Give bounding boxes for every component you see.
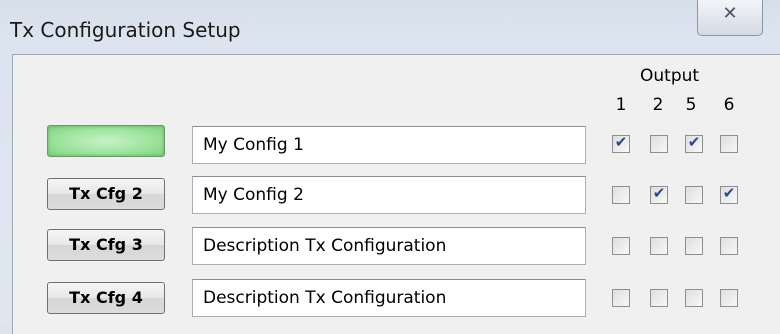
output-checkbox[interactable]	[650, 289, 668, 307]
close-button[interactable]: ✕	[697, 0, 763, 36]
tx-cfg-button[interactable]	[47, 125, 165, 157]
output-checkbox[interactable]: ✔	[612, 133, 630, 153]
output-checkbox[interactable]	[612, 186, 630, 204]
output-header: Output	[640, 66, 700, 86]
output-checkbox[interactable]	[685, 186, 703, 204]
checkmark-icon: ✔	[652, 184, 666, 202]
output-checkbox[interactable]	[720, 289, 738, 307]
tx-cfg-button[interactable]: Tx Cfg 4	[47, 282, 165, 314]
output-checkbox[interactable]	[612, 289, 630, 307]
output-column-label: 2	[652, 95, 664, 115]
output-checkbox[interactable]	[650, 135, 668, 153]
output-checkbox[interactable]: ✔	[685, 133, 703, 153]
checkmark-icon: ✔	[722, 184, 736, 202]
config-description-field[interactable]: My Config 2	[192, 176, 586, 214]
tx-cfg-button[interactable]: Tx Cfg 3	[47, 229, 165, 261]
output-checkbox[interactable]	[612, 237, 630, 255]
config-description-field[interactable]: My Config 1	[192, 126, 586, 164]
config-description-field[interactable]: Description Tx Configuration	[192, 279, 586, 317]
tx-cfg-button[interactable]: Tx Cfg 2	[47, 178, 165, 210]
output-checkbox[interactable]: ✔	[650, 184, 668, 204]
close-icon: ✕	[722, 3, 738, 24]
output-checkbox[interactable]	[685, 237, 703, 255]
output-checkbox[interactable]	[685, 289, 703, 307]
output-column-label: 1	[615, 95, 627, 115]
checkmark-icon: ✔	[614, 133, 628, 151]
config-description-field[interactable]: Description Tx Configuration	[192, 227, 586, 265]
output-checkbox[interactable]: ✔	[720, 184, 738, 204]
output-checkbox[interactable]	[720, 135, 738, 153]
output-checkbox[interactable]	[720, 237, 738, 255]
output-column-label: 6	[723, 95, 735, 115]
output-column-label: 5	[685, 95, 697, 115]
checkmark-icon: ✔	[687, 133, 701, 151]
tx-config-window: Tx Configuration Setup ✕ Output 1 2 5 6 …	[0, 0, 780, 334]
output-checkbox[interactable]	[650, 237, 668, 255]
window-title: Tx Configuration Setup	[10, 18, 241, 42]
